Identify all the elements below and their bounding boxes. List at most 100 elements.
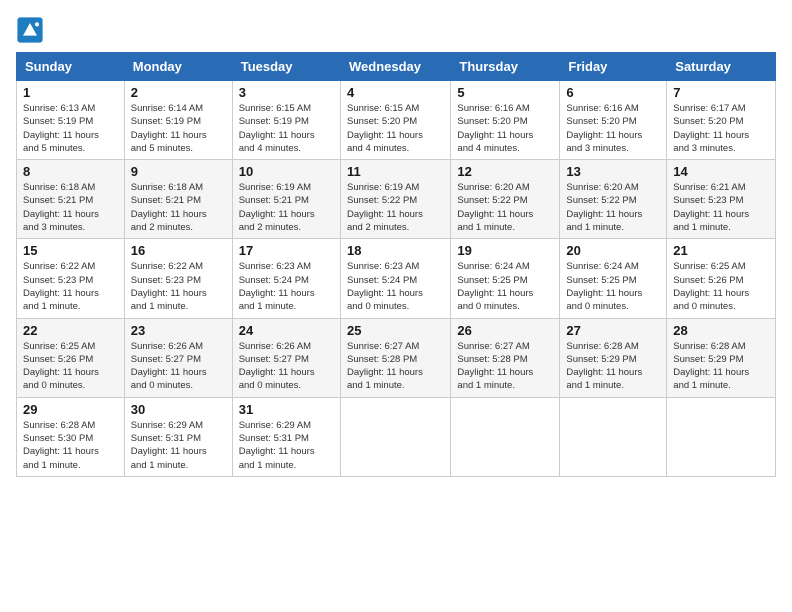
day-number: 2 [131, 85, 226, 100]
day-number: 24 [239, 323, 334, 338]
day-number: 16 [131, 243, 226, 258]
day-info: Sunrise: 6:18 AM Sunset: 5:21 PM Dayligh… [131, 181, 226, 234]
day-number: 8 [23, 164, 118, 179]
calendar-cell: 30 Sunrise: 6:29 AM Sunset: 5:31 PM Dayli… [124, 397, 232, 476]
day-info: Sunrise: 6:27 AM Sunset: 5:28 PM Dayligh… [347, 340, 444, 393]
day-info: Sunrise: 6:27 AM Sunset: 5:28 PM Dayligh… [457, 340, 553, 393]
calendar-cell: 26 Sunrise: 6:27 AM Sunset: 5:28 PM Dayli… [451, 318, 560, 397]
day-info: Sunrise: 6:16 AM Sunset: 5:20 PM Dayligh… [457, 102, 553, 155]
calendar-week-row: 22Sunrise: 6:25 AM Sunset: 5:26 PM Dayli… [17, 318, 776, 397]
day-number: 31 [239, 402, 334, 417]
calendar-cell: 29Sunrise: 6:28 AM Sunset: 5:30 PM Dayli… [17, 397, 125, 476]
day-number: 28 [673, 323, 769, 338]
calendar-cell: 9 Sunrise: 6:18 AM Sunset: 5:21 PM Daylig… [124, 160, 232, 239]
calendar-cell: 3Sunrise: 6:15 AM Sunset: 5:19 PM Daylig… [232, 81, 340, 160]
calendar-cell: 15 Sunrise: 6:22 AM Sunset: 5:23 PM Dayli… [17, 239, 125, 318]
calendar-cell: 27Sunrise: 6:28 AM Sunset: 5:29 PM Dayli… [560, 318, 667, 397]
header-wednesday: Wednesday [340, 53, 450, 81]
day-info: Sunrise: 6:28 AM Sunset: 5:29 PM Dayligh… [566, 340, 660, 393]
calendar-cell: 21 Sunrise: 6:25 AM Sunset: 5:26 PM Dayli… [667, 239, 776, 318]
calendar-cell: 31 Sunrise: 6:29 AM Sunset: 5:31 PM Dayli… [232, 397, 340, 476]
calendar-cell: 17 Sunrise: 6:23 AM Sunset: 5:24 PM Dayli… [232, 239, 340, 318]
day-number: 9 [131, 164, 226, 179]
day-info: Sunrise: 6:25 AM Sunset: 5:26 PM Dayligh… [673, 260, 769, 313]
day-info: Sunrise: 6:20 AM Sunset: 5:22 PM Dayligh… [457, 181, 553, 234]
day-info: Sunrise: 6:15 AM Sunset: 5:20 PM Dayligh… [347, 102, 444, 155]
header-friday: Friday [560, 53, 667, 81]
day-info: Sunrise: 6:19 AM Sunset: 5:21 PM Dayligh… [239, 181, 334, 234]
calendar-cell: 2 Sunrise: 6:14 AM Sunset: 5:19 PM Daylig… [124, 81, 232, 160]
day-number: 21 [673, 243, 769, 258]
day-number: 5 [457, 85, 553, 100]
day-number: 14 [673, 164, 769, 179]
header-thursday: Thursday [451, 53, 560, 81]
day-number: 30 [131, 402, 226, 417]
day-number: 13 [566, 164, 660, 179]
day-number: 6 [566, 85, 660, 100]
calendar-cell: 1Sunrise: 6:13 AM Sunset: 5:19 PM Daylig… [17, 81, 125, 160]
header-tuesday: Tuesday [232, 53, 340, 81]
calendar-cell [340, 397, 450, 476]
calendar-week-row: 29Sunrise: 6:28 AM Sunset: 5:30 PM Dayli… [17, 397, 776, 476]
calendar-week-row: 8 Sunrise: 6:18 AM Sunset: 5:21 PM Daylig… [17, 160, 776, 239]
calendar-cell: 19 Sunrise: 6:24 AM Sunset: 5:25 PM Dayli… [451, 239, 560, 318]
day-info: Sunrise: 6:19 AM Sunset: 5:22 PM Dayligh… [347, 181, 444, 234]
day-number: 25 [347, 323, 444, 338]
day-info: Sunrise: 6:22 AM Sunset: 5:23 PM Dayligh… [131, 260, 226, 313]
calendar-cell: 22Sunrise: 6:25 AM Sunset: 5:26 PM Dayli… [17, 318, 125, 397]
calendar-cell: 20 Sunrise: 6:24 AM Sunset: 5:25 PM Dayli… [560, 239, 667, 318]
header-saturday: Saturday [667, 53, 776, 81]
calendar-cell: 10 Sunrise: 6:19 AM Sunset: 5:21 PM Dayli… [232, 160, 340, 239]
calendar-cell: 11 Sunrise: 6:19 AM Sunset: 5:22 PM Dayli… [340, 160, 450, 239]
calendar-cell [667, 397, 776, 476]
day-number: 19 [457, 243, 553, 258]
day-info: Sunrise: 6:21 AM Sunset: 5:23 PM Dayligh… [673, 181, 769, 234]
calendar-cell: 28 Sunrise: 6:28 AM Sunset: 5:29 PM Dayli… [667, 318, 776, 397]
day-number: 10 [239, 164, 334, 179]
calendar-cell: 16 Sunrise: 6:22 AM Sunset: 5:23 PM Dayli… [124, 239, 232, 318]
day-number: 23 [131, 323, 226, 338]
header-sunday: Sunday [17, 53, 125, 81]
day-info: Sunrise: 6:29 AM Sunset: 5:31 PM Dayligh… [239, 419, 334, 472]
header-monday: Monday [124, 53, 232, 81]
page-header [16, 16, 776, 44]
day-info: Sunrise: 6:24 AM Sunset: 5:25 PM Dayligh… [457, 260, 553, 313]
day-number: 26 [457, 323, 553, 338]
calendar-cell [560, 397, 667, 476]
calendar-cell: 7Sunrise: 6:17 AM Sunset: 5:20 PM Daylig… [667, 81, 776, 160]
calendar-cell: 25 Sunrise: 6:27 AM Sunset: 5:28 PM Dayli… [340, 318, 450, 397]
day-number: 4 [347, 85, 444, 100]
day-number: 17 [239, 243, 334, 258]
logo-icon [16, 16, 44, 44]
calendar-cell: 14 Sunrise: 6:21 AM Sunset: 5:23 PM Dayli… [667, 160, 776, 239]
day-info: Sunrise: 6:29 AM Sunset: 5:31 PM Dayligh… [131, 419, 226, 472]
day-number: 11 [347, 164, 444, 179]
day-info: Sunrise: 6:26 AM Sunset: 5:27 PM Dayligh… [239, 340, 334, 393]
logo [16, 16, 48, 44]
day-number: 22 [23, 323, 118, 338]
day-number: 20 [566, 243, 660, 258]
day-info: Sunrise: 6:23 AM Sunset: 5:24 PM Dayligh… [347, 260, 444, 313]
calendar-cell: 5 Sunrise: 6:16 AM Sunset: 5:20 PM Daylig… [451, 81, 560, 160]
day-info: Sunrise: 6:22 AM Sunset: 5:23 PM Dayligh… [23, 260, 118, 313]
day-info: Sunrise: 6:20 AM Sunset: 5:22 PM Dayligh… [566, 181, 660, 234]
day-number: 29 [23, 402, 118, 417]
calendar-table: SundayMondayTuesdayWednesdayThursdayFrid… [16, 52, 776, 477]
day-info: Sunrise: 6:23 AM Sunset: 5:24 PM Dayligh… [239, 260, 334, 313]
calendar-week-row: 1Sunrise: 6:13 AM Sunset: 5:19 PM Daylig… [17, 81, 776, 160]
calendar-cell: 8 Sunrise: 6:18 AM Sunset: 5:21 PM Daylig… [17, 160, 125, 239]
day-number: 15 [23, 243, 118, 258]
day-info: Sunrise: 6:18 AM Sunset: 5:21 PM Dayligh… [23, 181, 118, 234]
day-info: Sunrise: 6:17 AM Sunset: 5:20 PM Dayligh… [673, 102, 769, 155]
day-info: Sunrise: 6:14 AM Sunset: 5:19 PM Dayligh… [131, 102, 226, 155]
day-info: Sunrise: 6:13 AM Sunset: 5:19 PM Dayligh… [23, 102, 118, 155]
calendar-cell [451, 397, 560, 476]
calendar-cell: 18Sunrise: 6:23 AM Sunset: 5:24 PM Dayli… [340, 239, 450, 318]
calendar-cell: 6 Sunrise: 6:16 AM Sunset: 5:20 PM Daylig… [560, 81, 667, 160]
calendar-cell: 23Sunrise: 6:26 AM Sunset: 5:27 PM Dayli… [124, 318, 232, 397]
day-info: Sunrise: 6:28 AM Sunset: 5:29 PM Dayligh… [673, 340, 769, 393]
day-info: Sunrise: 6:16 AM Sunset: 5:20 PM Dayligh… [566, 102, 660, 155]
day-number: 3 [239, 85, 334, 100]
calendar-week-row: 15 Sunrise: 6:22 AM Sunset: 5:23 PM Dayli… [17, 239, 776, 318]
day-info: Sunrise: 6:24 AM Sunset: 5:25 PM Dayligh… [566, 260, 660, 313]
